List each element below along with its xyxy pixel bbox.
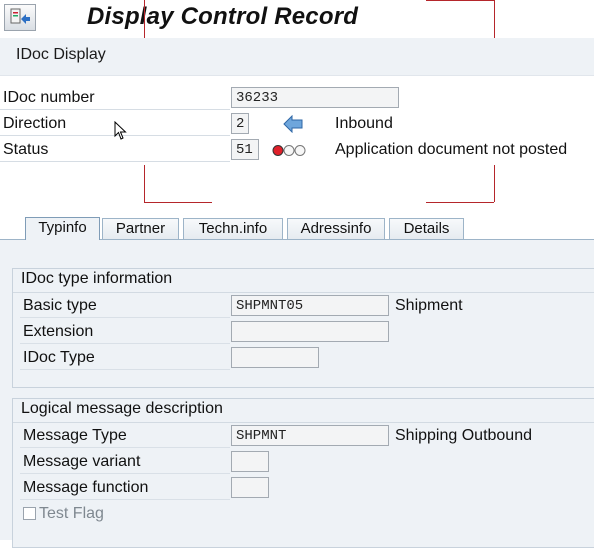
extension-label: Extension [23, 323, 94, 340]
tab-adressinfo-label: Adressinfo [300, 220, 372, 237]
message-type-label: Message Type [23, 427, 127, 444]
basic-type-field[interactable]: SHPMNT05 [231, 295, 389, 316]
basic-type-label: Basic type [23, 297, 97, 314]
frame-line [144, 202, 212, 203]
tab-details[interactable]: Details [389, 218, 464, 239]
idoc-display-button[interactable]: IDoc Display [16, 46, 106, 64]
idoc-type-field[interactable] [231, 347, 319, 368]
tab-typinfo[interactable]: Typinfo [25, 217, 100, 240]
tab-details-label: Details [403, 220, 450, 237]
idoc-number-label: IDoc number [3, 89, 95, 106]
test-flag-label: Test Flag [39, 505, 104, 522]
status-field[interactable]: 51 [231, 139, 259, 160]
row-divider [20, 473, 230, 474]
row-divider [20, 369, 230, 370]
tab-techn-info-label: Techn.info [198, 220, 268, 237]
traffic-light-red-icon [272, 145, 306, 156]
frame-line [144, 0, 145, 38]
window-title: Display Control Record [87, 3, 359, 30]
frame-line [426, 0, 494, 1]
basic-type-text: Shipment [395, 297, 463, 314]
row-divider [20, 343, 230, 344]
row-divider [20, 447, 230, 448]
message-variant-label: Message variant [23, 453, 141, 470]
tab-techn-info[interactable]: Techn.info [183, 218, 283, 239]
message-function-label: Message function [23, 479, 149, 496]
group-divider [13, 292, 594, 293]
group-divider [13, 422, 594, 423]
direction-label: Direction [3, 115, 67, 132]
tab-typinfo-label: Typinfo [38, 219, 87, 236]
idoc-type-label: IDoc Type [23, 349, 95, 366]
frame-line [144, 165, 145, 202]
arrow-left-icon [283, 115, 303, 133]
tab-partner-label: Partner [115, 220, 166, 237]
test-flag-checkbox[interactable] [23, 507, 36, 520]
tab-adressinfo[interactable]: Adressinfo [287, 218, 385, 239]
direction-text: Inbound [335, 115, 393, 132]
row-divider [0, 109, 230, 110]
row-divider [0, 161, 230, 162]
sap-app-icon[interactable] [4, 4, 36, 31]
frame-line [494, 165, 495, 202]
logical-message-group-title: Logical message description [21, 400, 223, 417]
idoc-icon [10, 8, 30, 24]
frame-line [494, 0, 495, 38]
row-divider [20, 317, 230, 318]
message-type-text: Shipping Outbound [395, 427, 532, 444]
tab-partner[interactable]: Partner [102, 218, 179, 239]
frame-line [426, 202, 494, 203]
mouse-cursor-icon [114, 121, 127, 140]
message-type-field[interactable]: SHPMNT [231, 425, 389, 446]
idoc-type-group-title: IDoc type information [21, 270, 173, 287]
status-label: Status [3, 141, 49, 158]
direction-field[interactable]: 2 [231, 113, 249, 134]
idoc-number-field[interactable]: 36233 [231, 87, 399, 108]
message-variant-field[interactable] [231, 451, 269, 472]
status-text: Application document not posted [335, 141, 568, 158]
message-function-field[interactable] [231, 477, 269, 498]
row-divider [20, 499, 230, 500]
extension-field[interactable] [231, 321, 389, 342]
